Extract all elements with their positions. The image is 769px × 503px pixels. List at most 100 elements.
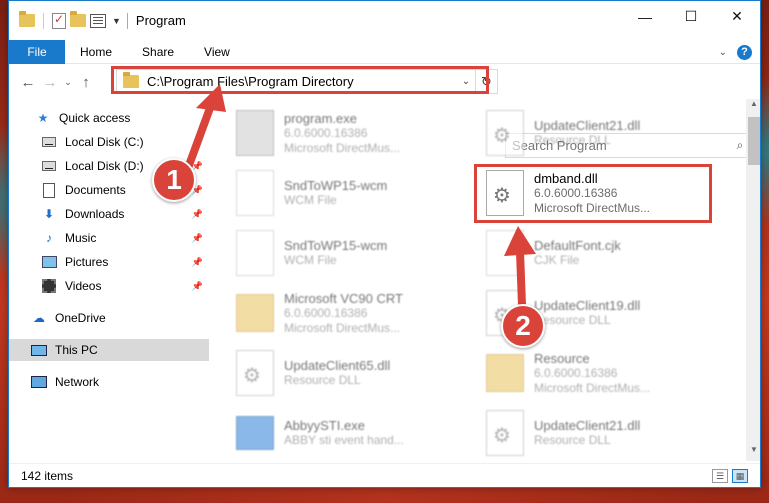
window-controls: — ☐ ✕ [622, 1, 760, 40]
folder-icon[interactable] [19, 11, 35, 27]
file-detail: 6.0.6000.16386 [534, 365, 618, 380]
sidebar-item-local-disk-c[interactable]: Local Disk (C:) 📌 [9, 131, 209, 153]
view-properties-icon[interactable] [90, 13, 106, 28]
file-item[interactable]: UpdateClient21.dll Resource DLL [486, 103, 726, 163]
up-arrow-icon[interactable]: ↑ [75, 74, 97, 91]
file-name: UpdateClient21.dll [534, 418, 641, 433]
maximize-button[interactable]: ☐ [668, 1, 714, 32]
file-name: UpdateClient65.dll [284, 358, 391, 373]
sidebar-item-music[interactable]: ♪ Music 📌 [9, 227, 209, 249]
step-badge-2: 2 [501, 304, 545, 348]
file-detail: 6.0.6000.16386 [284, 305, 368, 320]
sidebar-item-quick-access[interactable]: ★ Quick access [9, 107, 209, 129]
expand-ribbon-icon[interactable]: ⌄ [719, 47, 727, 58]
network-icon [31, 374, 47, 390]
help-icon[interactable]: ? [737, 44, 752, 60]
details-view-icon[interactable]: ☰ [712, 468, 728, 483]
file-name: SndToWP15-wcm [284, 178, 388, 193]
pictures-icon [41, 254, 57, 270]
file-item[interactable]: SndToWP15-wcm WCM File [236, 163, 476, 223]
dll-file-icon [486, 110, 524, 156]
sidebar-item-label: Music [65, 231, 97, 245]
pin-icon[interactable]: 📌 [192, 209, 203, 220]
navigation-row: ← → ⌄ ↑ C:\Program Files\Program Directo… [9, 65, 760, 158]
scroll-up-icon[interactable]: ▲ [746, 99, 760, 115]
file-item[interactable]: UpdateClient21.dll Resource DLL [486, 403, 726, 461]
tiles-view-icon[interactable]: ▦ [732, 468, 748, 483]
sidebar-item-label: Downloads [65, 207, 125, 221]
recent-locations-chevron-icon[interactable]: ⌄ [61, 77, 75, 88]
sidebar-item-onedrive[interactable]: ☁ OneDrive [9, 307, 209, 329]
chevron-down-icon[interactable]: ▼ [112, 16, 121, 26]
file-item[interactable]: program.exe 6.0.6000.16386 Microsoft Dir… [236, 103, 476, 163]
file-item[interactable]: DefaultFont.cjk CJK File [486, 223, 726, 283]
vertical-scrollbar[interactable]: ▲ ▼ [746, 99, 760, 461]
file-detail: Resource DLL [534, 433, 611, 447]
view-toggle: ☰ ▦ [712, 468, 748, 483]
file-item[interactable]: SndToWP15-wcm WCM File [236, 223, 476, 283]
pin-icon[interactable]: 📌 [192, 281, 203, 292]
address-path[interactable]: C:\Program Files\Program Directory [147, 74, 457, 89]
file-name: DefaultFont.cjk [534, 238, 621, 253]
downloads-icon: ⬇ [43, 207, 55, 221]
new-folder-icon[interactable] [70, 11, 86, 27]
sidebar-item-label: Pictures [65, 255, 109, 269]
pin-icon[interactable]: 📌 [192, 233, 203, 244]
sidebar-item-videos[interactable]: Videos 📌 [9, 275, 209, 297]
address-bar[interactable]: C:\Program Files\Program Directory ⌄ ↻ [116, 69, 498, 94]
file-list: program.exe 6.0.6000.16386 Microsoft Dir… [224, 101, 746, 461]
refresh-icon[interactable]: ↻ [475, 70, 497, 93]
tab-file[interactable]: File [9, 39, 65, 64]
step-badge-1: 1 [152, 158, 196, 202]
sidebar-item-pictures[interactable]: Pictures 📌 [9, 251, 209, 273]
minimize-button[interactable]: — [622, 1, 668, 32]
pin-icon[interactable]: 📌 [192, 257, 203, 268]
sidebar-item-label: Local Disk (C:) [65, 135, 144, 149]
folder-icon [236, 294, 274, 332]
file-detail: CJK File [534, 253, 580, 267]
file-item[interactable]: AbbyySTI.exe ABBY sti event hand... [236, 403, 476, 461]
ribbon-tabs: File Home Share View ⌄ ? [9, 39, 760, 64]
close-button[interactable]: ✕ [714, 1, 760, 32]
file-detail: WCM File [284, 193, 337, 207]
music-icon: ♪ [46, 231, 52, 245]
back-arrow-icon[interactable]: ← [17, 74, 39, 91]
exe-file-icon [236, 416, 274, 450]
documents-icon [41, 182, 57, 198]
title-bar: ▼ Program — ☐ ✕ [9, 1, 760, 40]
window-title: Program [135, 13, 186, 28]
this-pc-icon [31, 342, 47, 358]
sidebar-item-label: This PC [55, 343, 98, 357]
sidebar-item-network[interactable]: Network [9, 371, 209, 393]
properties-check-icon[interactable] [52, 12, 66, 29]
status-bar: 142 items ☰ ▦ [9, 463, 760, 487]
document-file-icon [236, 170, 274, 216]
forward-arrow-icon[interactable]: → [39, 74, 61, 91]
file-name: SndToWP15-wcm [284, 238, 388, 253]
scroll-thumb[interactable] [748, 117, 760, 165]
drive-icon [41, 158, 57, 174]
sidebar-item-this-pc[interactable]: This PC [9, 339, 209, 361]
pin-icon[interactable]: 📌 [192, 137, 203, 148]
file-item[interactable]: Microsoft VC90 CRT 6.0.6000.16386 Micros… [236, 283, 476, 343]
tab-view[interactable]: View [189, 40, 245, 64]
dll-file-icon [236, 350, 274, 396]
title-separator [126, 12, 128, 29]
sidebar-item-downloads[interactable]: ⬇ Downloads 📌 [9, 203, 209, 225]
file-name: Microsoft VC90 CRT [284, 290, 403, 306]
star-icon: ★ [37, 111, 49, 125]
file-item-dmband-dll[interactable]: dmband.dll 6.0.6000.16386 Microsoft Dire… [486, 163, 726, 223]
tab-home[interactable]: Home [65, 40, 127, 64]
file-item[interactable]: UpdateClient65.dll Resource DLL [236, 343, 476, 403]
file-detail: Microsoft DirectMus... [284, 320, 401, 335]
file-name: UpdateClient21.dll [534, 118, 641, 133]
address-dropdown-icon[interactable]: ⌄ [457, 76, 475, 87]
file-name: UpdateClient19.dll [534, 298, 641, 313]
tab-share[interactable]: Share [127, 40, 189, 64]
scroll-down-icon[interactable]: ▼ [746, 445, 760, 461]
file-item[interactable]: Resource 6.0.6000.16386 Microsoft Direct… [486, 343, 726, 403]
file-detail: Microsoft DirectMus... [284, 140, 401, 155]
quick-access-toolbar: ▼ [19, 11, 121, 29]
file-detail: 6.0.6000.16386 [284, 125, 368, 140]
onedrive-icon: ☁ [33, 311, 45, 325]
